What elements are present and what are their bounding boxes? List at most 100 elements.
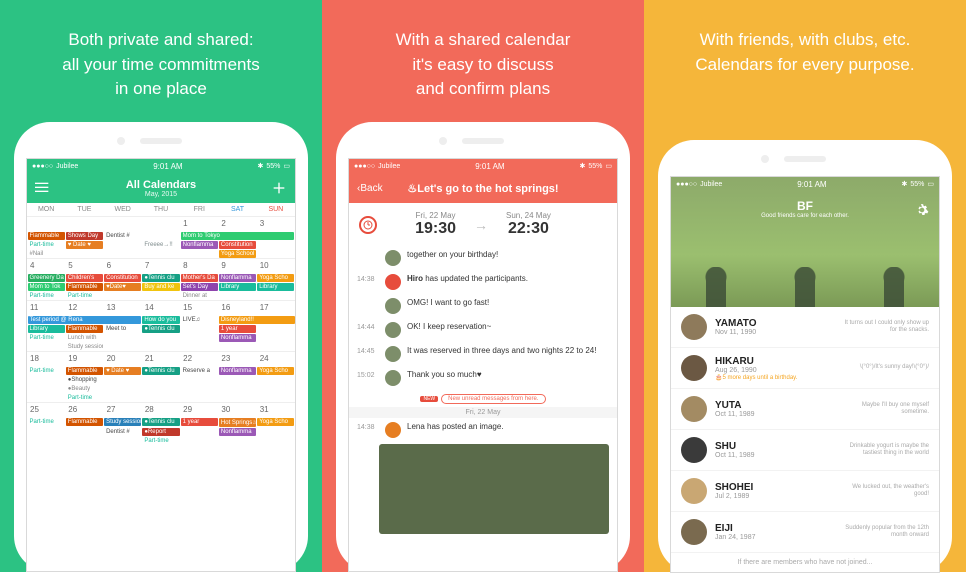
menu-button[interactable] — [35, 180, 71, 196]
calendar-event[interactable]: Flammable — [28, 232, 65, 240]
calendar-event[interactable]: Nonflamma — [219, 428, 256, 436]
calendar-event[interactable]: Nonflamma — [181, 241, 218, 249]
chat-message[interactable]: 14:45It was reserved in three days and t… — [349, 342, 617, 366]
calendar-event[interactable]: Meet to — [104, 325, 141, 333]
calendar-event[interactable]: Dinner at — [181, 292, 218, 300]
calendar-event[interactable]: Mom to Tok — [28, 283, 65, 291]
chat-body[interactable]: together on your birthday!14:38Hiro has … — [349, 246, 617, 571]
calendar-event[interactable]: Yoga Scho — [257, 418, 294, 426]
calendar-event[interactable]: ♥ Date ♥ — [104, 367, 141, 375]
friend-row[interactable]: YUTAOct 11, 1989Maybe I'll buy one mysel… — [671, 389, 939, 430]
chat-message[interactable]: 15:02Thank you so much♥ — [349, 366, 617, 390]
calendar-event[interactable]: Greenery Da — [28, 274, 65, 282]
calendar-event[interactable]: Flammable — [66, 418, 103, 426]
calendar-event[interactable]: Constitution — [104, 274, 141, 282]
nav-title[interactable]: All Calendars — [71, 179, 251, 191]
chat-message[interactable]: 14:38 Lena has posted an image. — [349, 418, 617, 442]
chat-message[interactable]: OMG! I want to go fast! — [349, 294, 617, 318]
calendar-event[interactable]: Shows Day — [66, 232, 103, 240]
calendar-event[interactable]: 1 year — [181, 418, 218, 426]
nav-title: ♨Let's go to the hot springs! — [393, 182, 573, 195]
calendar-event[interactable]: Nonflamma — [219, 367, 256, 375]
calendar-event[interactable]: ●Report — [142, 428, 179, 436]
calendar-event[interactable]: Part-time — [28, 334, 65, 342]
group-subtitle: Good friends care for each other. — [671, 213, 939, 219]
friend-row[interactable]: YAMATONov 11, 1990It turns out I could o… — [671, 307, 939, 348]
friend-quote: We lucked out, the weather's good! — [839, 484, 929, 498]
posted-image[interactable] — [379, 444, 609, 534]
gear-icon[interactable] — [915, 203, 929, 219]
calendar-event[interactable]: ●Tennis clu — [142, 367, 179, 375]
event-times[interactable]: Fri, 22 May19:30 → Sun, 24 May22:30 — [349, 203, 617, 246]
calendar-event[interactable]: ●Shopping — [66, 376, 103, 384]
calendar-event[interactable]: Lunch with — [66, 334, 103, 342]
friend-row[interactable]: SHOHEIJul 2, 1989We lucked out, the weat… — [671, 471, 939, 512]
calendar-event[interactable]: ●Tennis clu — [142, 418, 179, 426]
calendar-event[interactable]: ●Beauty — [66, 385, 103, 393]
calendar-event[interactable]: Dentist # — [104, 428, 141, 436]
calendar-event[interactable]: Flammable — [66, 367, 103, 375]
friend-row[interactable]: EIJIJan 24, 1987Suddenly popular from th… — [671, 512, 939, 553]
status-time: 9:01 AM — [153, 162, 182, 171]
calendar-event[interactable]: Children's — [66, 274, 103, 282]
calendar-event[interactable]: Dentist # — [104, 232, 141, 240]
calendar-event[interactable]: Buy and ke — [142, 283, 179, 291]
calendar-event[interactable]: Hot Springs♨ — [219, 418, 256, 427]
arrow-icon: → — [474, 217, 488, 233]
calendar-event[interactable]: Study session — [66, 343, 103, 351]
tagline: Both private and shared: all your time c… — [62, 28, 259, 112]
calendar-event[interactable]: #Nail — [28, 250, 65, 258]
calendar-event[interactable]: Library — [28, 325, 65, 333]
calendar-event[interactable]: ♥Date♥ — [104, 283, 141, 291]
calendar-event[interactable]: Yoga School — [219, 250, 256, 258]
chat-message[interactable]: 14:44OK! I keep reservation~ — [349, 318, 617, 342]
calendar-event[interactable]: Part-time — [66, 394, 103, 402]
calendar-event[interactable]: Mother's Da — [181, 274, 218, 282]
calendar-event[interactable]: Test period @ Rena — [28, 316, 142, 324]
calendar-event[interactable]: Nonflamma — [219, 334, 256, 342]
friend-list[interactable]: YAMATONov 11, 1990It turns out I could o… — [671, 307, 939, 572]
calendar-event[interactable]: Nonflamma — [219, 274, 256, 282]
avatar — [385, 298, 401, 314]
calendar-grid[interactable]: 123FlammableShows DayDentist #Mom to Tok… — [27, 216, 295, 445]
status-time: 9:01 AM — [797, 180, 826, 189]
calendar-event[interactable]: Study session — [104, 418, 141, 426]
calendar-event[interactable]: Constitution — [219, 241, 256, 249]
calendar-event[interactable]: Flammable — [66, 325, 103, 333]
back-button[interactable]: ‹ Back — [357, 183, 393, 194]
friend-row[interactable]: HIKARUAug 26, 1990🎂5 more days until a b… — [671, 348, 939, 389]
calendar-event[interactable]: Reserve a — [181, 367, 218, 375]
chat-message[interactable]: 14:38Hiro has updated the participants. — [349, 270, 617, 294]
friend-row[interactable]: SHUOct 11, 1989Drinkable yogurt is maybe… — [671, 430, 939, 471]
calendar-event[interactable]: How do you — [142, 316, 179, 324]
calendar-event[interactable]: Flammable — [66, 283, 103, 291]
calendar-event[interactable]: Part-time — [28, 241, 65, 249]
add-button[interactable] — [251, 180, 287, 196]
calendar-event[interactable]: Library — [219, 283, 256, 291]
calendar-event[interactable]: Library — [257, 283, 294, 291]
calendar-event[interactable]: 1 year — [219, 325, 256, 333]
calendar-event[interactable]: Disneyland!! — [219, 316, 295, 324]
footer-hint: If there are members who have not joined… — [671, 553, 939, 572]
chat-message[interactable]: together on your birthday! — [349, 246, 617, 270]
calendar-event[interactable]: ●Tennis clu — [142, 274, 179, 282]
calendar-event[interactable]: Part-time — [66, 292, 103, 300]
nav-subtitle: May, 2015 — [71, 191, 251, 198]
avatar — [681, 314, 707, 340]
calendar-event[interactable]: LIVE♫ — [181, 316, 218, 324]
calendar-event[interactable]: ♥ Date ♥ — [66, 241, 103, 249]
phone-frame: ●●●○○Jubilee 9:01 AM ✱55%▭ BF Good frien… — [658, 140, 952, 573]
calendar-event[interactable]: Part-time — [28, 367, 65, 375]
calendar-event[interactable]: ●Tennis clu — [142, 325, 179, 333]
calendar-event[interactable]: Mom to Tokyo — [181, 232, 295, 240]
calendar-event[interactable]: Yoga Scho — [257, 367, 294, 375]
calendar-event[interactable]: Set's Day — [181, 283, 218, 291]
calendar-event[interactable]: Part-time — [28, 418, 65, 426]
calendar-event[interactable]: Freeee→!! — [142, 241, 179, 249]
friend-name: SHOHEI — [715, 482, 753, 493]
calendar-event[interactable]: Yoga Scho — [257, 274, 294, 282]
avatar — [385, 274, 401, 290]
calendar-event[interactable]: Part-time — [142, 437, 179, 445]
calendar-event[interactable]: Part-time — [28, 292, 65, 300]
navbar: All CalendarsMay, 2015 — [27, 173, 295, 203]
